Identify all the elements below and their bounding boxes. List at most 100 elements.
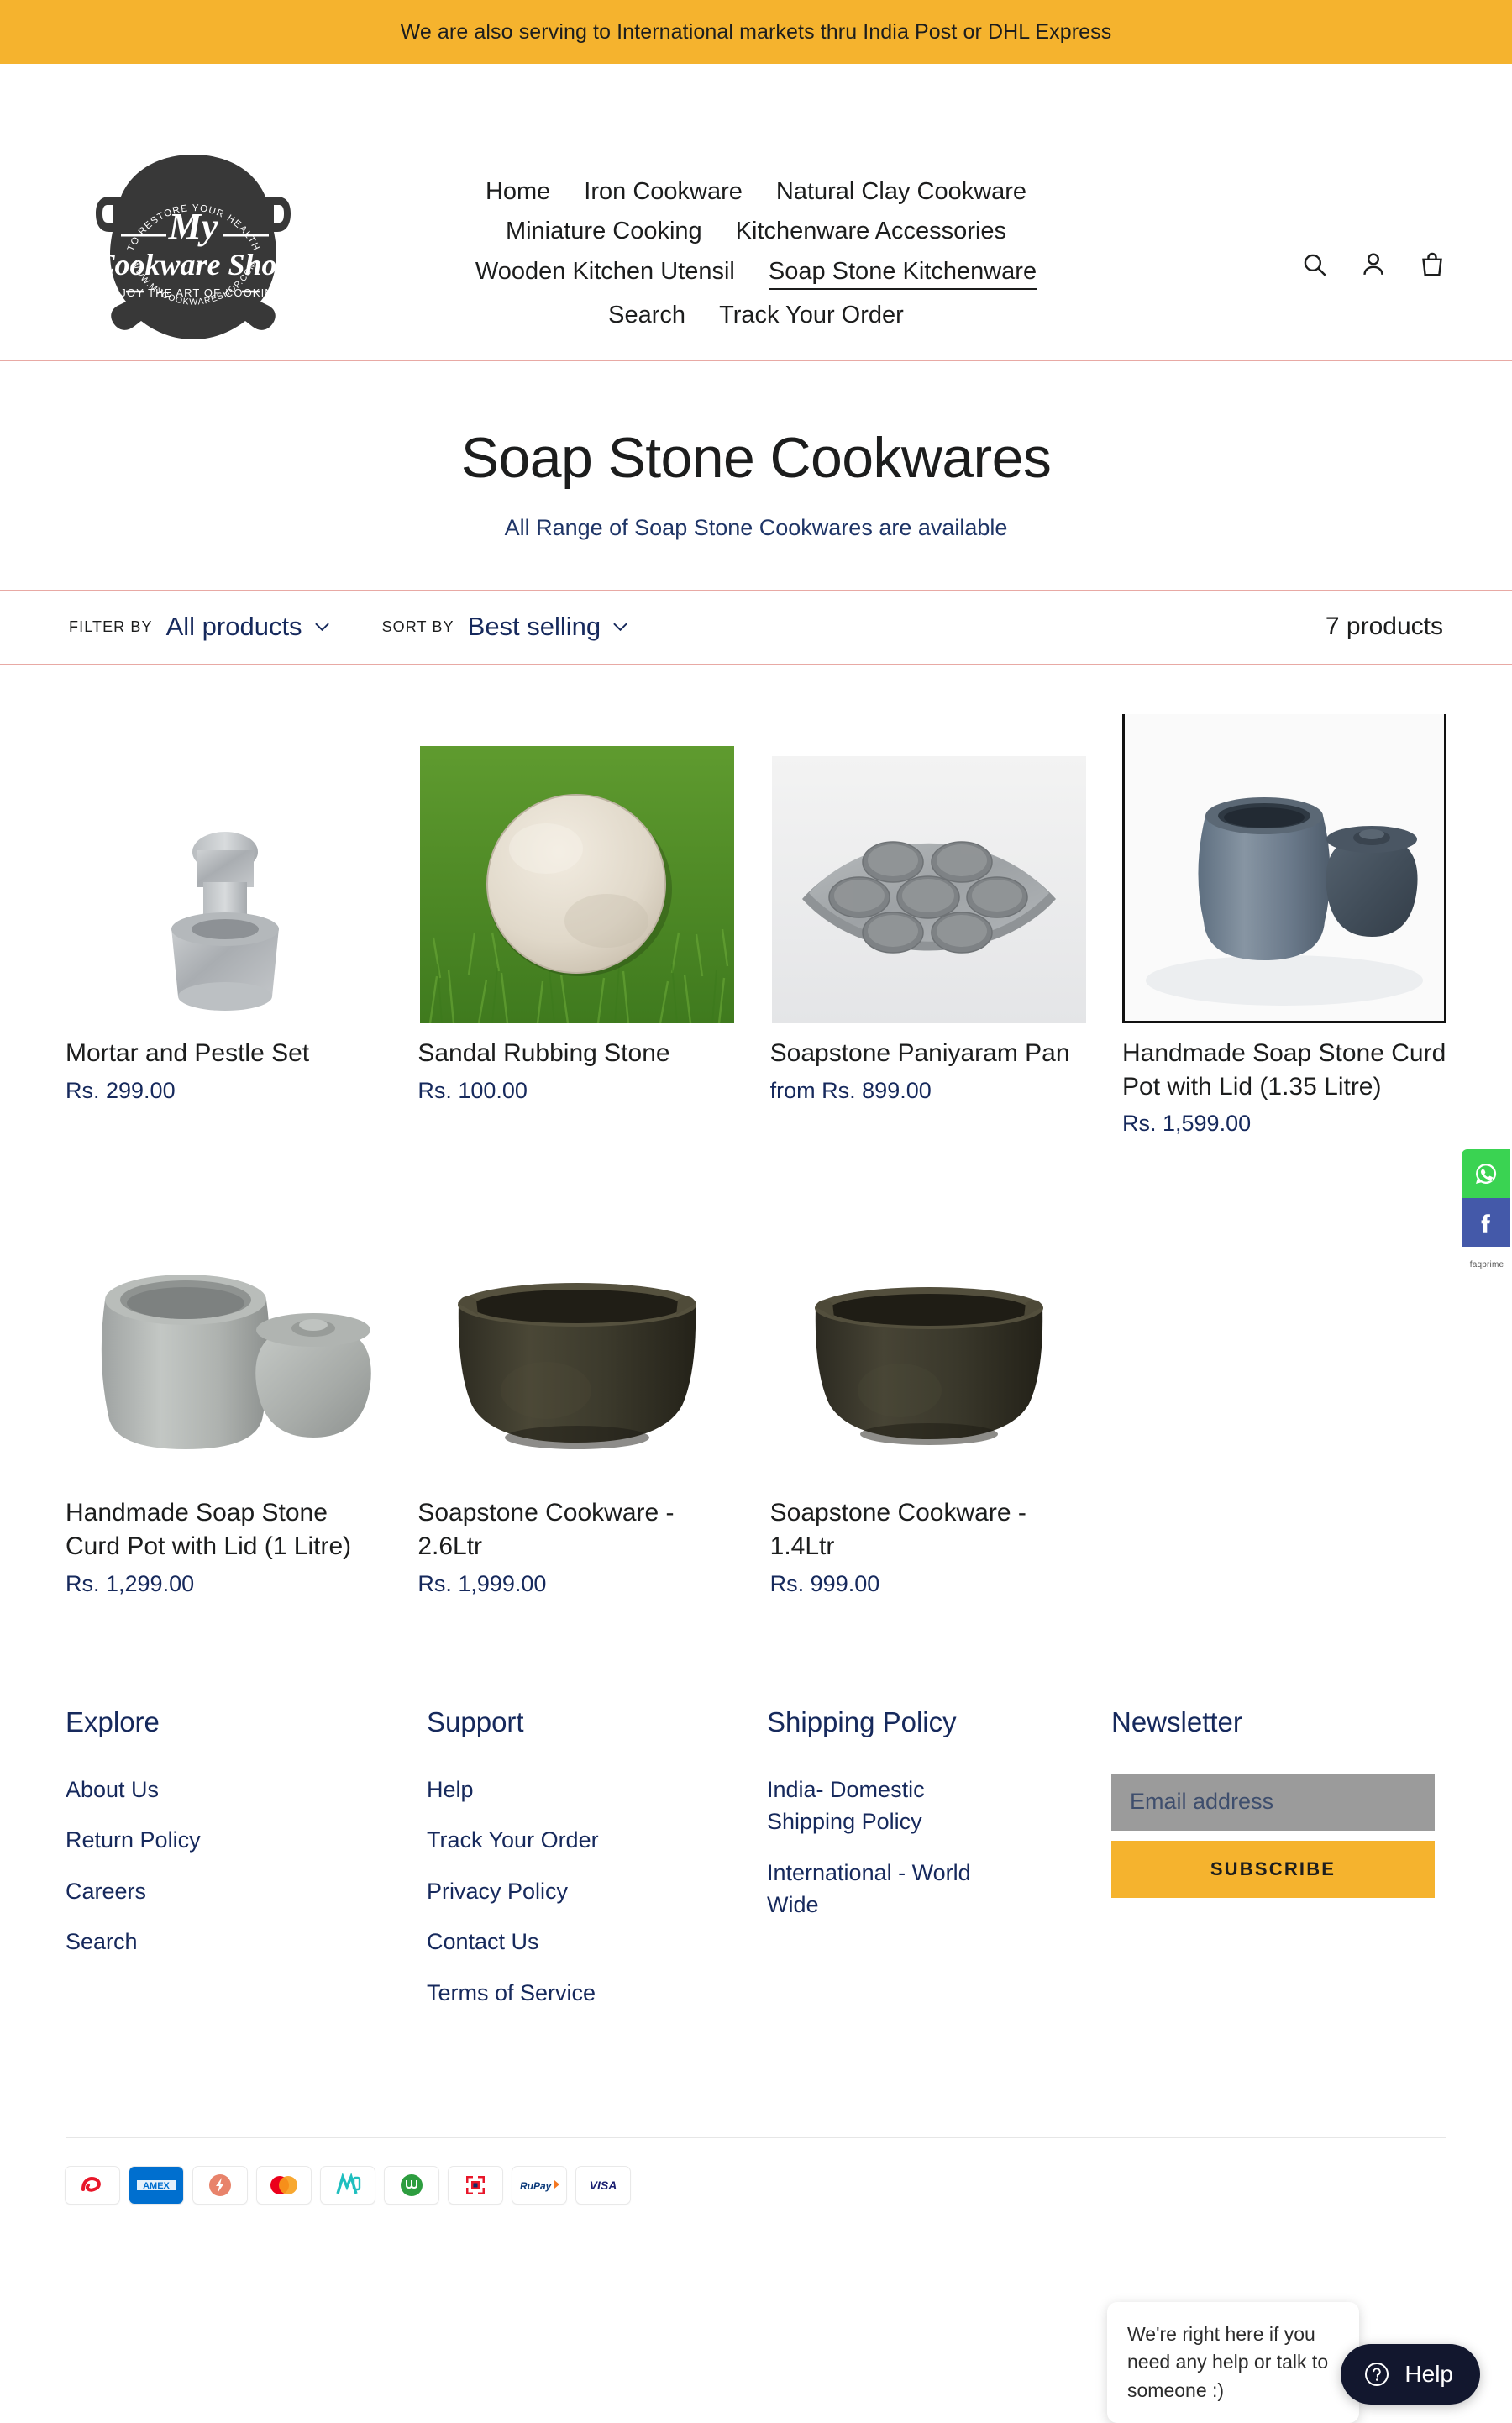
footer-column-explore: Explore About Us Return Policy Careers S… bbox=[66, 1706, 427, 2028]
header-icon-group bbox=[1300, 250, 1446, 279]
footer-link-about-us[interactable]: About Us bbox=[66, 1774, 318, 1806]
footer-bottom-bar: AMEX RuPay VISA bbox=[66, 2137, 1446, 2226]
footer-link-india-domestic-shipping-policy[interactable]: India- Domestic Shipping Policy bbox=[767, 1774, 1019, 1838]
nav-item-natural-clay-cookware[interactable]: Natural Clay Cookware bbox=[776, 178, 1026, 206]
soapstone-cookware-26ltr-image bbox=[457, 1283, 696, 1450]
nav-item-search[interactable]: Search bbox=[608, 302, 685, 329]
site-logo[interactable]: TO RESTORE YOUR HEALTH My Cookware Shop … bbox=[82, 138, 305, 360]
rupay-icon: RuPay bbox=[512, 2166, 566, 2204]
product-price: Rs. 999.00 bbox=[769, 1570, 880, 1596]
product-card[interactable]: Sandal Rubbing Stone Rs. 100.00 bbox=[417, 714, 736, 1137]
footer-link-return-policy[interactable]: Return Policy bbox=[66, 1824, 318, 1857]
product-card[interactable]: Soapstone Cookware - 2.6Ltr Rs. 1,999.00 bbox=[417, 1174, 736, 1596]
product-price: Rs. 100.00 bbox=[417, 1077, 528, 1103]
nav-row-1: Home Iron Cookware Natural Clay Cookware bbox=[416, 178, 1096, 206]
chevron-down-icon bbox=[314, 623, 329, 632]
payment-icon-list: AMEX RuPay VISA bbox=[66, 2166, 630, 2204]
help-button[interactable]: Help bbox=[1341, 2344, 1480, 2405]
nav-item-wooden-kitchen-utensil[interactable]: Wooden Kitchen Utensil bbox=[475, 258, 735, 286]
product-price: Rs. 299.00 bbox=[66, 1077, 176, 1103]
footer-columns: Explore About Us Return Policy Careers S… bbox=[66, 1706, 1446, 2137]
site-header: TO RESTORE YOUR HEALTH My Cookware Shop … bbox=[0, 64, 1512, 362]
product-image-wrapper bbox=[770, 714, 1089, 1024]
product-card[interactable]: Handmade Soap Stone Curd Pot with Lid (1… bbox=[1122, 714, 1446, 1137]
nav-item-track-your-order[interactable]: Track Your Order bbox=[719, 302, 904, 329]
soapstone-cookware-14ltr-image bbox=[815, 1287, 1044, 1446]
newsletter-email-input[interactable] bbox=[1111, 1773, 1435, 1831]
whatsapp-share-icon[interactable] bbox=[1462, 1149, 1510, 1198]
footer-link-help[interactable]: Help bbox=[427, 1774, 679, 1806]
nav-item-iron-cookware[interactable]: Iron Cookware bbox=[584, 178, 743, 206]
subscribe-button[interactable]: SUBSCRIBE bbox=[1111, 1840, 1435, 1898]
soapstone-paniyaram-pan-image bbox=[772, 756, 1087, 1024]
logo-graphic: TO RESTORE YOUR HEALTH My Cookware Shop … bbox=[94, 155, 292, 339]
sandal-rubbing-stone-image bbox=[419, 746, 734, 1024]
footer-column-newsletter: Newsletter SUBSCRIBE bbox=[1111, 1706, 1446, 2028]
svg-text:AMEX: AMEX bbox=[143, 2181, 170, 2191]
nav-row-4: Search Track Your Order bbox=[416, 302, 1096, 329]
footer-link-contact-us[interactable]: Contact Us bbox=[427, 1926, 679, 1958]
product-image-frame bbox=[1122, 714, 1446, 1024]
nav-item-home[interactable]: Home bbox=[486, 178, 550, 206]
mastercard-icon bbox=[257, 2166, 311, 2204]
product-image-wrapper bbox=[417, 714, 736, 1024]
help-button-label: Help bbox=[1404, 2361, 1453, 2387]
product-title: Handmade Soap Stone Curd Pot with Lid (1… bbox=[66, 1499, 352, 1560]
product-card[interactable]: Mortar and Pestle Set Rs. 299.00 bbox=[66, 714, 384, 1137]
help-bubble-message: We're right here if you need any help or… bbox=[1107, 2302, 1371, 2423]
filter-by-value: All products bbox=[165, 612, 302, 642]
mortar-pestle-set-image bbox=[171, 832, 279, 1012]
footer-link-track-your-order[interactable]: Track Your Order bbox=[427, 1824, 679, 1857]
product-image-wrapper bbox=[66, 1174, 384, 1483]
announcement-bar: We are also serving to International mar… bbox=[0, 0, 1512, 64]
sort-by-select[interactable]: Best selling bbox=[468, 612, 629, 642]
product-title: Mortar and Pestle Set bbox=[66, 1039, 310, 1068]
faqprime-brand: faqprime bbox=[1469, 1260, 1504, 1269]
account-icon[interactable] bbox=[1359, 250, 1388, 279]
footer-column-support: Support Help Track Your Order Privacy Po… bbox=[427, 1706, 767, 2028]
page-wrapper: We are also serving to International mar… bbox=[0, 0, 1512, 2423]
footer-link-careers[interactable]: Careers bbox=[66, 1875, 318, 1908]
mobikwik-icon bbox=[321, 2166, 375, 2204]
social-share-rail: faqprime bbox=[1462, 1149, 1512, 1269]
product-title: Sandal Rubbing Stone bbox=[417, 1039, 670, 1068]
product-title: Soapstone Cookware - 2.6Ltr bbox=[417, 1499, 675, 1560]
freecharge-icon bbox=[193, 2166, 247, 2204]
facebook-share-icon[interactable] bbox=[1462, 1198, 1510, 1247]
footer-link-search[interactable]: Search bbox=[66, 1926, 318, 1958]
nav-row-3: Wooden Kitchen Utensil Soap Stone Kitche… bbox=[416, 258, 1096, 291]
footer-link-terms-of-service[interactable]: Terms of Service bbox=[427, 1977, 679, 2010]
svg-text:RuPay: RuPay bbox=[520, 2180, 553, 2192]
main-navigation: Home Iron Cookware Natural Clay Cookware… bbox=[416, 79, 1096, 329]
footer-link-privacy-policy[interactable]: Privacy Policy bbox=[427, 1875, 679, 1908]
curd-pot-1-litre-image bbox=[101, 1275, 371, 1450]
collection-description: All Range of Soap Stone Cookwares are av… bbox=[504, 515, 1008, 541]
product-image-wrapper bbox=[417, 1174, 736, 1483]
cart-icon[interactable] bbox=[1418, 250, 1446, 279]
product-title: Handmade Soap Stone Curd Pot with Lid (1… bbox=[1122, 1039, 1446, 1101]
product-price: Rs. 1,599.00 bbox=[1122, 1111, 1252, 1137]
filter-by-select[interactable]: All products bbox=[166, 612, 330, 642]
footer-column-shipping-policy: Shipping Policy India- Domestic Shipping… bbox=[767, 1706, 1111, 2028]
sort-by-value: Best selling bbox=[467, 612, 601, 642]
product-card[interactable]: Soapstone Cookware - 1.4Ltr Rs. 999.00 bbox=[770, 1174, 1089, 1596]
visa-icon: VISA bbox=[576, 2166, 630, 2204]
search-icon[interactable] bbox=[1300, 250, 1329, 279]
product-image-wrapper bbox=[770, 1174, 1089, 1483]
product-count: 7 products bbox=[1325, 612, 1443, 641]
sort-by-label: SORT BY bbox=[381, 618, 454, 635]
logo-line2: Cookware Shop bbox=[94, 248, 291, 281]
footer-link-international-world-wide[interactable]: International - World Wide bbox=[767, 1857, 1019, 1921]
chevron-down-icon bbox=[613, 623, 627, 632]
nav-item-soap-stone-kitchenware[interactable]: Soap Stone Kitchenware bbox=[768, 258, 1037, 291]
nav-item-kitchenware-accessories[interactable]: Kitchenware Accessories bbox=[736, 218, 1006, 245]
nav-item-miniature-cooking[interactable]: Miniature Cooking bbox=[506, 218, 702, 245]
svg-text:VISA: VISA bbox=[590, 2179, 617, 2192]
product-price: Rs. 1,999.00 bbox=[417, 1570, 547, 1596]
product-price: Rs. 1,299.00 bbox=[66, 1570, 195, 1596]
product-card[interactable]: Soapstone Paniyaram Pan from Rs. 899.00 bbox=[770, 714, 1089, 1137]
collection-header: Soap Stone Cookwares All Range of Soap S… bbox=[0, 361, 1512, 592]
footer-heading: Explore bbox=[66, 1706, 160, 1737]
product-title: Soapstone Paniyaram Pan bbox=[769, 1039, 1070, 1068]
product-card[interactable]: Handmade Soap Stone Curd Pot with Lid (1… bbox=[66, 1174, 384, 1596]
